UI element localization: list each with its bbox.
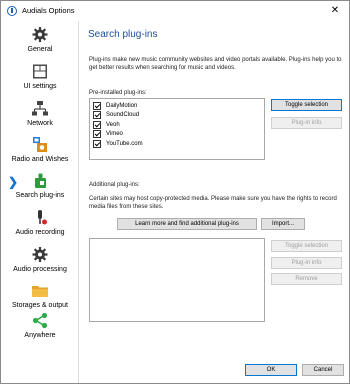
sidebar-item-label: Anywhere bbox=[24, 332, 56, 339]
sidebar-item-label: Audio recording bbox=[15, 229, 65, 236]
sidebar-item-general[interactable]: General bbox=[2, 25, 78, 61]
plugin-checkbox[interactable] bbox=[93, 111, 101, 119]
selected-chevron-icon: ❯ bbox=[8, 175, 19, 189]
plugin-name: SoundCloud bbox=[106, 112, 140, 118]
sidebar-item-search-plug-ins[interactable]: ❯ Search plug-ins bbox=[2, 171, 78, 207]
plugin-name: YouTube.com bbox=[106, 140, 143, 147]
sidebar-item-audio-recording[interactable]: Audio recording bbox=[2, 208, 78, 244]
microphone-icon bbox=[38, 210, 47, 225]
share-icon bbox=[32, 312, 48, 329]
dialog-footer: OK Cancel bbox=[80, 359, 350, 383]
close-button[interactable]: ✕ bbox=[325, 3, 345, 19]
plugin-name: Veoh bbox=[106, 121, 120, 128]
sidebar-item-label: Storages & output bbox=[11, 302, 69, 309]
main-panel: Search plug-ins Plug-ins make new music … bbox=[80, 21, 350, 383]
network-icon bbox=[32, 101, 48, 116]
ok-button[interactable]: OK bbox=[245, 364, 297, 376]
preinstalled-label: Pre-installed plug-ins: bbox=[89, 90, 147, 96]
sidebar-item-label: Radio and Wishes bbox=[11, 156, 69, 163]
additional-note: Certain sites may host copy-protected me… bbox=[89, 196, 337, 210]
sidebar-item-label: General bbox=[27, 46, 53, 53]
gear-icon bbox=[32, 247, 48, 262]
plugin-checkbox[interactable] bbox=[93, 101, 101, 110]
radio-wishes-icon bbox=[33, 137, 47, 152]
learn-more-button[interactable]: Learn more and find additional plug-ins bbox=[117, 218, 257, 230]
plugin-checkbox[interactable] bbox=[93, 139, 101, 148]
list-item[interactable]: Veoh bbox=[93, 120, 120, 129]
list-item[interactable]: YouTube.com bbox=[93, 139, 143, 148]
list-item[interactable]: DailyMotion bbox=[93, 101, 137, 110]
window-layout-icon bbox=[33, 64, 47, 79]
sidebar-item-label: UI settings bbox=[23, 83, 57, 90]
import-button[interactable]: Import... bbox=[261, 218, 305, 230]
plugin-name: DailyMotion bbox=[106, 102, 138, 109]
plugin-checkbox[interactable] bbox=[93, 120, 101, 129]
plugin-info-button[interactable]: Plug-in info bbox=[271, 257, 342, 269]
additional-label: Additional plug-ins: bbox=[89, 182, 140, 188]
sidebar: General UI settings Network Radio and Wi… bbox=[2, 21, 79, 383]
sidebar-item-audio-processing[interactable]: Audio processing bbox=[2, 245, 78, 281]
preinstalled-plugins-list[interactable]: DailyMotion SoundCloud Veoh Vimeo YouTub… bbox=[89, 98, 265, 160]
search-plugins-icon bbox=[35, 173, 46, 188]
toggle-selection-button[interactable]: Toggle selection bbox=[271, 240, 342, 252]
page-description: Plug-ins make new music community websit… bbox=[89, 57, 342, 71]
list-item[interactable]: SoundCloud bbox=[93, 111, 139, 120]
sidebar-item-label: Audio processing bbox=[13, 266, 67, 273]
plugin-info-button[interactable]: Plug-in info bbox=[271, 117, 342, 129]
sidebar-item-radio-and-wishes[interactable]: Radio and Wishes bbox=[2, 135, 78, 171]
plugin-name: Vimeo bbox=[106, 131, 123, 137]
plugin-checkbox[interactable] bbox=[93, 130, 101, 138]
sidebar-item-label: Search plug-ins bbox=[15, 192, 65, 199]
sidebar-item-ui-settings[interactable]: UI settings bbox=[2, 62, 78, 98]
sidebar-item-label: Network bbox=[27, 120, 53, 127]
sidebar-item-network[interactable]: Network bbox=[2, 99, 78, 135]
additional-plugins-list[interactable] bbox=[89, 238, 265, 322]
options-window: Audials Options ✕ General UI settings Ne… bbox=[0, 0, 350, 384]
list-item[interactable]: Vimeo bbox=[93, 130, 123, 139]
page-title: Search plug-ins bbox=[88, 29, 158, 40]
audials-logo-icon bbox=[7, 6, 17, 16]
window-title: Audials Options bbox=[22, 6, 75, 15]
gear-icon bbox=[32, 27, 48, 42]
remove-button[interactable]: Remove bbox=[271, 273, 342, 285]
toggle-selection-button[interactable]: Toggle selection bbox=[271, 99, 342, 111]
cancel-button[interactable]: Cancel bbox=[302, 364, 344, 376]
sidebar-item-anywhere[interactable]: Anywhere bbox=[2, 311, 78, 347]
folder-icon bbox=[32, 286, 48, 297]
title-bar[interactable]: Audials Options ✕ bbox=[1, 1, 349, 21]
